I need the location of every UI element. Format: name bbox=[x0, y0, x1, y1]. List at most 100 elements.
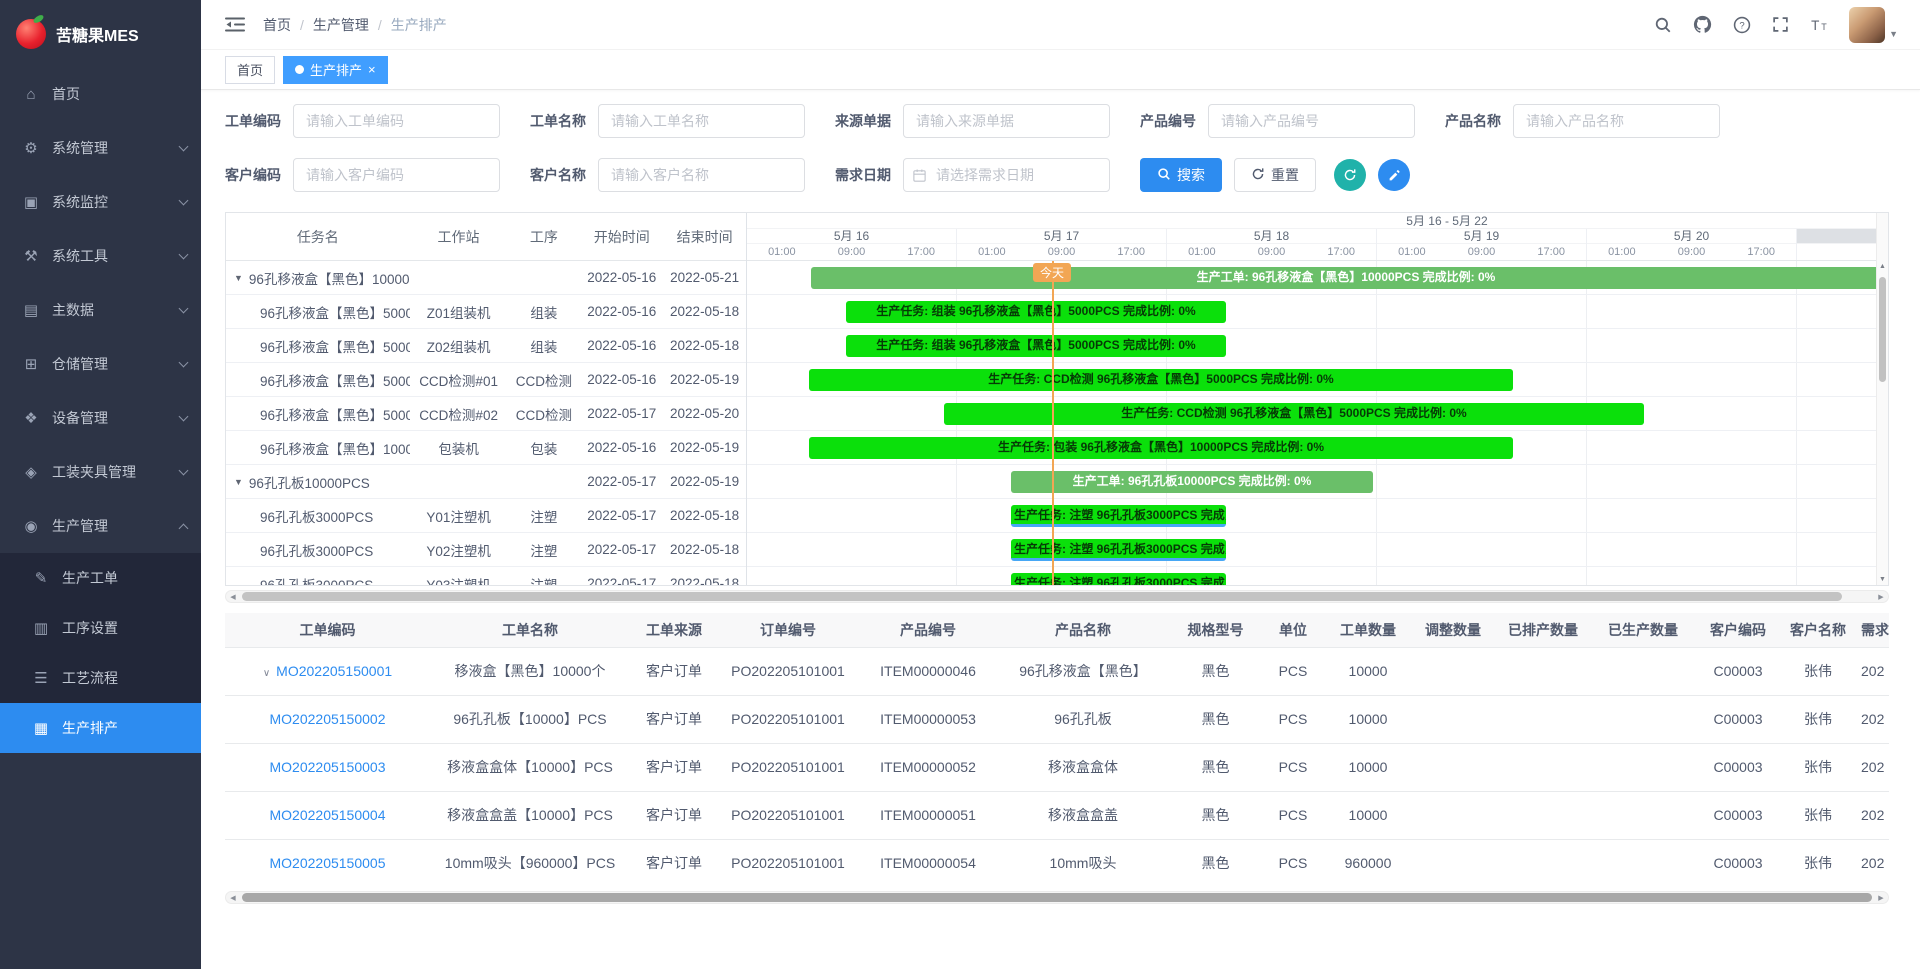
table-row: MO202205150004移液盒盒盖【10000】PCS客户订单PO20220… bbox=[225, 791, 1889, 839]
user-menu[interactable]: ▼ bbox=[1849, 7, 1898, 43]
sidebar-item-首页[interactable]: ⌂首页 bbox=[0, 67, 201, 121]
work-order-bar[interactable]: 生产工单: 96孔移液盒【黑色】10000PCS 完成比例: 0% bbox=[811, 267, 1876, 289]
orders-column-header: 产品编号 bbox=[858, 613, 998, 647]
calendar-icon bbox=[912, 168, 927, 183]
dropdown-caret-icon: ▼ bbox=[1889, 29, 1898, 43]
refresh-circle-button[interactable] bbox=[1334, 159, 1366, 191]
gantt-hscrollbar[interactable]: ◀ ▶ bbox=[225, 590, 1889, 603]
orders-column-header: 工单名称 bbox=[430, 613, 630, 647]
submenu-item-工艺流程[interactable]: ☰工艺流程 bbox=[0, 653, 201, 703]
workstation-cell: Z01组装机 bbox=[410, 302, 508, 322]
close-icon[interactable]: × bbox=[368, 63, 376, 76]
task-bar[interactable]: 生产任务: 注塑 96孔孔板3000PCS 完成比例: 0% bbox=[1011, 505, 1226, 527]
edit-circle-button[interactable] bbox=[1378, 159, 1410, 191]
process-cell: 注塑 bbox=[507, 574, 580, 586]
order-code-link[interactable]: MO202205150001 bbox=[276, 663, 392, 679]
table-row: MO202205150003移液盒盒体【10000】PCS客户订单PO20220… bbox=[225, 743, 1889, 791]
breadcrumb-item[interactable]: 生产管理 bbox=[313, 15, 369, 35]
sidebar-toggle-icon[interactable] bbox=[225, 16, 245, 33]
due-date-input[interactable] bbox=[903, 158, 1110, 192]
sidebar-item-主数据[interactable]: ▤主数据 bbox=[0, 283, 201, 337]
github-icon[interactable] bbox=[1693, 15, 1712, 34]
gantt-row-left: 96孔移液盒【黑色】5000PCSCCD检测#02CCD检测2022-05-17… bbox=[226, 397, 746, 431]
submenu-item-生产排产[interactable]: ▦生产排产 bbox=[0, 703, 201, 753]
filter-input-客户编码[interactable] bbox=[293, 158, 500, 192]
submenu-item-工序设置[interactable]: ▥工序设置 bbox=[0, 603, 201, 653]
orders-cell-due_date: 202 bbox=[1853, 647, 1889, 695]
scroll-right-arrow-icon[interactable]: ▶ bbox=[1874, 892, 1888, 903]
order-code-link[interactable]: MO202205150003 bbox=[270, 759, 386, 775]
sidebar-item-设备管理[interactable]: ❖设备管理 bbox=[0, 391, 201, 445]
vscroll-thumb[interactable] bbox=[1879, 277, 1886, 382]
orders-cell-name: 移液盒盒盖【10000】PCS bbox=[430, 791, 630, 839]
gantt-column-header: 开始时间 bbox=[580, 227, 663, 247]
task-bar[interactable]: 生产任务: 包装 96孔移液盒【黑色】10000PCS 完成比例: 0% bbox=[809, 437, 1513, 459]
timeline-overflow-area bbox=[1797, 229, 1876, 260]
filter-input-工单编码[interactable] bbox=[293, 104, 500, 138]
gantt-vscrollbar[interactable]: ▲ ▼ bbox=[1876, 213, 1888, 585]
task-bar[interactable]: 生产任务: 注塑 96孔孔板3000PCS 完成比例: 0% bbox=[1011, 539, 1226, 561]
timeline-day: 5月 1701:0009:0017:00 bbox=[957, 229, 1167, 260]
orders-cell-spec: 黑色 bbox=[1168, 839, 1263, 887]
filter-input-工单名称[interactable] bbox=[598, 104, 805, 138]
tab-首页[interactable]: 首页 bbox=[225, 56, 275, 84]
task-bar[interactable]: 生产任务: CCD检测 96孔移液盒【黑色】5000PCS 完成比例: 0% bbox=[809, 369, 1513, 391]
orders-column-header: 客户名称 bbox=[1783, 613, 1853, 647]
orders-cell-customer_code: C00003 bbox=[1693, 647, 1783, 695]
sidebar-item-生产管理[interactable]: ◉生产管理 bbox=[0, 499, 201, 553]
task-bar[interactable]: 生产任务: 注塑 96孔孔板3000PCS 完成比例: 0% bbox=[1011, 573, 1226, 585]
expand-caret-icon[interactable]: ∨ bbox=[263, 668, 270, 679]
search-button[interactable]: 搜索 bbox=[1140, 158, 1222, 192]
filter-input-来源单据[interactable] bbox=[903, 104, 1110, 138]
filter-field-产品名称: 产品名称 bbox=[1445, 104, 1720, 138]
order-code-link[interactable]: MO202205150005 bbox=[270, 855, 386, 871]
task-name-cell: 96孔孔板3000PCS bbox=[226, 540, 410, 560]
scroll-right-arrow-icon[interactable]: ▶ bbox=[1874, 591, 1888, 602]
orders-cell-due_date: 202 bbox=[1853, 695, 1889, 743]
fullscreen-icon[interactable] bbox=[1772, 16, 1789, 33]
orders-cell-unit: PCS bbox=[1263, 695, 1323, 743]
scroll-left-arrow-icon[interactable]: ◀ bbox=[226, 892, 240, 903]
task-bar[interactable]: 生产任务: 组装 96孔移液盒【黑色】5000PCS 完成比例: 0% bbox=[846, 335, 1226, 357]
timeline-hours: 01:0009:0017:00 bbox=[1167, 244, 1376, 260]
tab-生产排产[interactable]: 生产排产× bbox=[283, 56, 388, 84]
hscroll-thumb[interactable] bbox=[242, 893, 1872, 902]
gantt-row-left: 96孔孔板3000PCSY01注塑机注塑2022-05-172022-05-18 bbox=[226, 499, 746, 533]
breadcrumb-item[interactable]: 首页 bbox=[263, 15, 291, 35]
chevron-down-icon bbox=[179, 304, 189, 314]
timeline-overflow-block bbox=[1797, 229, 1876, 244]
scroll-left-arrow-icon[interactable]: ◀ bbox=[226, 591, 240, 602]
filter-input-产品编号[interactable] bbox=[1208, 104, 1415, 138]
sidebar-item-系统工具[interactable]: ⚒系统工具 bbox=[0, 229, 201, 283]
sidebar-item-系统管理[interactable]: ⚙系统管理 bbox=[0, 121, 201, 175]
start-time-cell: 2022-05-16 bbox=[580, 338, 663, 353]
sidebar-item-工装夹具管理[interactable]: ◈工装夹具管理 bbox=[0, 445, 201, 499]
reset-button[interactable]: 重置 bbox=[1234, 158, 1316, 192]
task-bar[interactable]: 生产任务: 组装 96孔移液盒【黑色】5000PCS 完成比例: 0% bbox=[846, 301, 1226, 323]
active-dot-icon bbox=[295, 65, 304, 74]
filter-field-客户编码: 客户编码 bbox=[225, 158, 500, 192]
order-code-link[interactable]: MO202205150002 bbox=[270, 711, 386, 727]
orders-cell-code: MO202205150005 bbox=[225, 839, 430, 887]
filter-input-产品名称[interactable] bbox=[1513, 104, 1720, 138]
hscroll-thumb[interactable] bbox=[242, 592, 1842, 601]
font-size-icon[interactable]: TT bbox=[1810, 16, 1828, 34]
sidebar-item-仓储管理[interactable]: ⊞仓储管理 bbox=[0, 337, 201, 391]
task-bar[interactable]: 生产任务: CCD检测 96孔移液盒【黑色】5000PCS 完成比例: 0% bbox=[944, 403, 1644, 425]
help-icon[interactable]: ? bbox=[1733, 16, 1751, 34]
submenu-item-生产工单[interactable]: ✎生产工单 bbox=[0, 553, 201, 603]
orders-hscrollbar[interactable]: ◀ ▶ bbox=[225, 891, 1889, 904]
order-code-link[interactable]: MO202205150004 bbox=[270, 807, 386, 823]
collapse-caret-icon[interactable]: ▼ bbox=[234, 477, 243, 487]
sidebar-item-系统监控[interactable]: ▣系统监控 bbox=[0, 175, 201, 229]
scroll-down-arrow-icon[interactable]: ▼ bbox=[1877, 576, 1888, 583]
avatar[interactable] bbox=[1849, 7, 1885, 43]
collapse-caret-icon[interactable]: ▼ bbox=[234, 273, 243, 283]
scroll-up-arrow-icon[interactable]: ▲ bbox=[1877, 263, 1888, 270]
orders-cell-order_no: PO202205101001 bbox=[718, 695, 858, 743]
work-order-bar[interactable]: 生产工单: 96孔孔板10000PCS 完成比例: 0% bbox=[1011, 471, 1373, 493]
start-time-cell: 2022-05-17 bbox=[580, 576, 663, 585]
search-icon[interactable] bbox=[1654, 16, 1672, 34]
filter-input-客户名称[interactable] bbox=[598, 158, 805, 192]
orders-cell-unit: PCS bbox=[1263, 647, 1323, 695]
